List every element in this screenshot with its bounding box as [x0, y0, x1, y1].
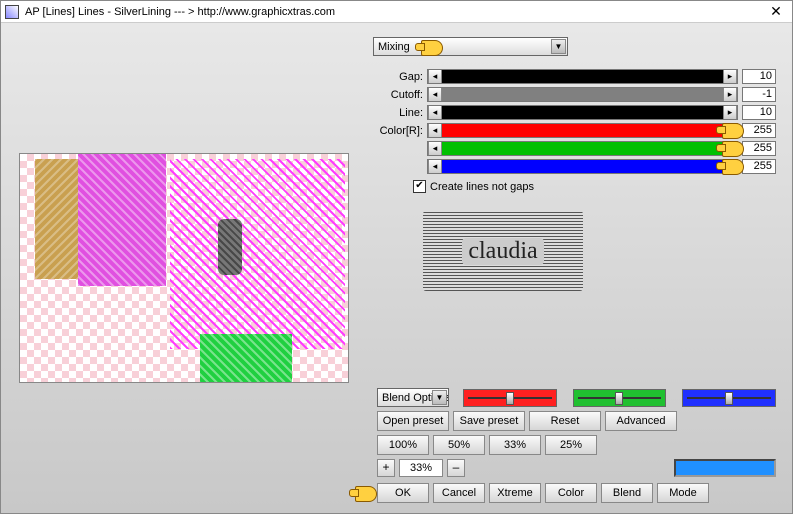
create-lines-row: ✔ Create lines not gaps — [413, 180, 776, 193]
pointer-cursor-icon — [415, 37, 443, 57]
pointer-cursor-icon — [716, 120, 744, 140]
gap-label: Gap: — [373, 71, 427, 83]
mixing-combo-label: Mixing — [378, 41, 410, 53]
arrow-left-icon[interactable]: ◂ — [428, 124, 442, 137]
blend-button[interactable]: Blend — [601, 483, 653, 503]
zoom-value[interactable]: 33% — [399, 459, 443, 477]
window-title: AP [Lines] Lines - SilverLining --- > ht… — [25, 6, 764, 18]
cutoff-slider[interactable]: ◂ ▸ — [427, 87, 738, 102]
pointer-cursor-icon — [716, 138, 744, 158]
bottom-controls: Blend Options ▼ Open preset Save preset … — [377, 388, 776, 507]
preview-canvas — [19, 153, 349, 383]
color-b-row: ◂ ▸ 255 — [373, 158, 776, 175]
shape-green — [200, 334, 292, 383]
mode-button[interactable]: Mode — [657, 483, 709, 503]
line-row: Line: ◂ ▸ 10 — [373, 104, 776, 121]
arrow-right-icon[interactable]: ▸ — [723, 70, 737, 83]
dialog-body: Mixing ▼ Gap: ◂ ▸ 10 Cutoff: ◂ — [1, 23, 792, 513]
shape-pink — [170, 159, 345, 349]
33pct-button[interactable]: 33% — [489, 435, 541, 455]
slider-thumb[interactable] — [725, 392, 733, 405]
cutoff-row: Cutoff: ◂ ▸ -1 — [373, 86, 776, 103]
100pct-button[interactable]: 100% — [377, 435, 429, 455]
line-slider[interactable]: ◂ ▸ — [427, 105, 738, 120]
preset-row: Open preset Save preset Reset Advanced — [377, 411, 776, 431]
gap-value[interactable]: 10 — [742, 69, 776, 84]
advanced-button[interactable]: Advanced — [605, 411, 677, 431]
pointer-cursor-icon — [716, 156, 744, 176]
titlebar: AP [Lines] Lines - SilverLining --- > ht… — [1, 1, 792, 23]
line-label: Line: — [373, 107, 427, 119]
color-button[interactable]: Color — [545, 483, 597, 503]
claudia-text: claudia — [462, 238, 543, 265]
chevron-down-icon: ▼ — [551, 39, 566, 54]
rgb-g-slider[interactable] — [573, 389, 667, 407]
line-value[interactable]: 10 — [742, 105, 776, 120]
slider-thumb[interactable] — [506, 392, 514, 405]
arrow-left-icon[interactable]: ◂ — [428, 142, 442, 155]
pointer-cursor-icon — [349, 483, 377, 503]
app-icon — [5, 5, 19, 19]
dialog-buttons-row: OK Cancel Xtreme Color Blend Mode — [377, 483, 776, 503]
preview-pane — [5, 27, 365, 509]
create-lines-checkbox[interactable]: ✔ — [413, 180, 426, 193]
open-preset-button[interactable]: Open preset — [377, 411, 449, 431]
close-button[interactable]: ✕ — [764, 3, 788, 21]
arrow-left-icon[interactable]: ◂ — [428, 160, 442, 173]
ok-button[interactable]: OK — [377, 483, 429, 503]
color-r-label: Color[R]: — [373, 125, 427, 137]
50pct-button[interactable]: 50% — [433, 435, 485, 455]
arrow-right-icon[interactable]: ▸ — [723, 88, 737, 101]
color-swatch[interactable] — [674, 459, 776, 477]
zoom-row: + 33% – — [377, 459, 776, 477]
gap-slider[interactable]: ◂ ▸ — [427, 69, 738, 84]
blend-options-combo[interactable]: Blend Options ▼ — [377, 388, 449, 407]
percent-row: 100% 50% 33% 25% — [377, 435, 776, 455]
arrow-left-icon[interactable]: ◂ — [428, 70, 442, 83]
rgb-b-slider[interactable] — [682, 389, 776, 407]
color-r-slider[interactable]: ◂ ▸ — [427, 123, 738, 138]
claudia-banner: claudia — [423, 211, 583, 291]
create-lines-label: Create lines not gaps — [430, 181, 534, 193]
xtreme-button[interactable]: Xtreme — [489, 483, 541, 503]
blend-options-row: Blend Options ▼ — [377, 388, 776, 407]
shape-magenta — [78, 154, 166, 286]
color-g-slider[interactable]: ◂ ▸ — [427, 141, 738, 156]
shape-grey — [218, 219, 242, 275]
dialog-window: AP [Lines] Lines - SilverLining --- > ht… — [0, 0, 793, 514]
cutoff-value[interactable]: -1 — [742, 87, 776, 102]
color-g-value[interactable]: 255 — [742, 141, 776, 156]
gap-row: Gap: ◂ ▸ 10 — [373, 68, 776, 85]
cancel-button[interactable]: Cancel — [433, 483, 485, 503]
25pct-button[interactable]: 25% — [545, 435, 597, 455]
reset-button[interactable]: Reset — [529, 411, 601, 431]
save-preset-button[interactable]: Save preset — [453, 411, 525, 431]
chevron-down-icon: ▼ — [432, 390, 447, 405]
arrow-left-icon[interactable]: ◂ — [428, 106, 442, 119]
arrow-right-icon[interactable]: ▸ — [723, 106, 737, 119]
color-r-row: Color[R]: ◂ ▸ 255 — [373, 122, 776, 139]
color-b-value[interactable]: 255 — [742, 159, 776, 174]
color-r-value[interactable]: 255 — [742, 123, 776, 138]
rgb-r-slider[interactable] — [463, 389, 557, 407]
mixing-combo[interactable]: Mixing ▼ — [373, 37, 568, 56]
zoom-minus-button[interactable]: – — [447, 459, 465, 477]
color-g-row: ◂ ▸ 255 — [373, 140, 776, 157]
color-b-slider[interactable]: ◂ ▸ — [427, 159, 738, 174]
zoom-plus-button[interactable]: + — [377, 459, 395, 477]
slider-thumb[interactable] — [615, 392, 623, 405]
arrow-left-icon[interactable]: ◂ — [428, 88, 442, 101]
cutoff-label: Cutoff: — [373, 89, 427, 101]
